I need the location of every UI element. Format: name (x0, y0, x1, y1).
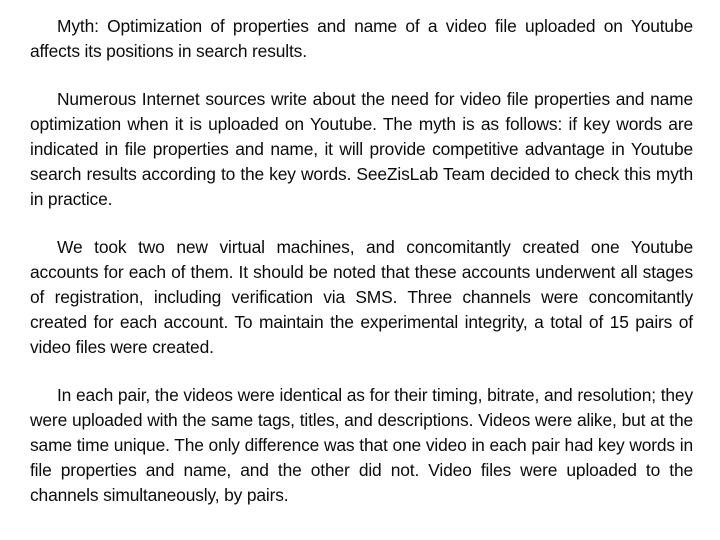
paragraph-myth-background: Numerous Internet sources write about th… (30, 89, 693, 209)
paragraph-myth-statement: Myth: Optimization of properties and nam… (30, 16, 693, 61)
document-page: Myth: Optimization of properties and nam… (0, 0, 720, 540)
document-body: Myth: Optimization of properties and nam… (30, 14, 693, 508)
paragraph-experiment-method: In each pair, the videos were identical … (30, 385, 693, 505)
paragraph-experiment-setup: We took two new virtual machines, and co… (30, 237, 693, 357)
